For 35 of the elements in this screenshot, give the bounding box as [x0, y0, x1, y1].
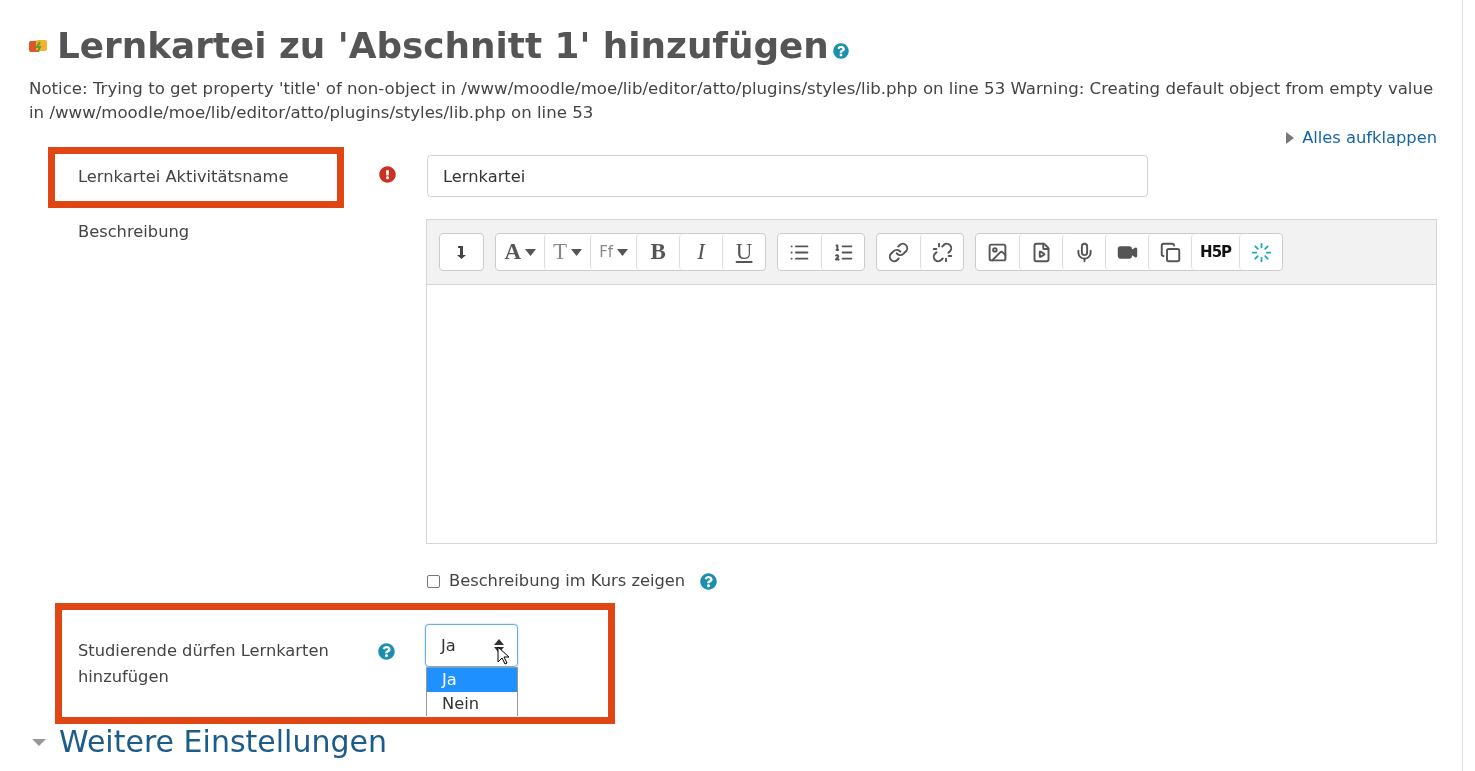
- format-button[interactable]: U: [722, 234, 766, 270]
- link-icon: [888, 241, 910, 263]
- notice-text: Notice: Trying to get property 'title' of non-object in /www/moodle/moe/lib/editor/atto/plugins/styles/lib.php on line 53 Warning: Creating default object from empty value in /www/moodle/moe/lib/editor/atto/plugins/styles/lib.php on line 53: [29, 78, 1435, 124]
- checkbox[interactable]: [427, 574, 440, 588]
- unlink-icon: [931, 241, 953, 263]
- page-title: Lernkartei zu 'Abschnitt 1' hinzufügen: [57, 24, 829, 68]
- help-icon[interactable]: [378, 643, 395, 660]
- format-button[interactable]: Ff: [590, 234, 637, 270]
- section-title[interactable]: Weitere Einstellungen: [59, 724, 387, 760]
- expand-triangle-icon: [1286, 131, 1295, 144]
- format-button[interactable]: B: [636, 234, 680, 270]
- field-label: Studierende dürfen Lernkarten hinzufügen: [78, 640, 330, 688]
- caret-icon: [571, 248, 583, 256]
- format-button[interactable]: H5P: [1191, 234, 1240, 270]
- help-icon[interactable]: [832, 43, 849, 59]
- copy-icon: [1159, 241, 1181, 263]
- field-label: Beschreibung: [77, 221, 191, 243]
- collapsed-caret-icon[interactable]: [32, 737, 46, 747]
- format-button[interactable]: A: [496, 234, 545, 270]
- caret-icon: [617, 248, 629, 256]
- format-button[interactable]: T: [544, 234, 591, 270]
- yes-no-select[interactable]: Ja: [425, 624, 518, 667]
- format-button[interactable]: I: [679, 234, 723, 270]
- spinner-icon: [1250, 241, 1272, 263]
- text-editor[interactable]: A T Ff B I U H5P: [426, 219, 1437, 544]
- caret-icon: [525, 248, 537, 256]
- checkbox-label: Beschreibung im Kurs zeigen: [449, 570, 686, 592]
- down-arrow-icon: [456, 244, 468, 260]
- name-input-field[interactable]: Lernkartei: [427, 155, 1148, 197]
- help-icon[interactable]: [700, 572, 718, 590]
- plugin-icon: [29, 39, 47, 53]
- cursor-icon: [497, 646, 511, 666]
- expand-all-link[interactable]: Alles aufklappen: [1286, 128, 1437, 147]
- image-icon: [987, 241, 1009, 263]
- field-label: Lernkartei Aktivitätsname: [78, 166, 289, 188]
